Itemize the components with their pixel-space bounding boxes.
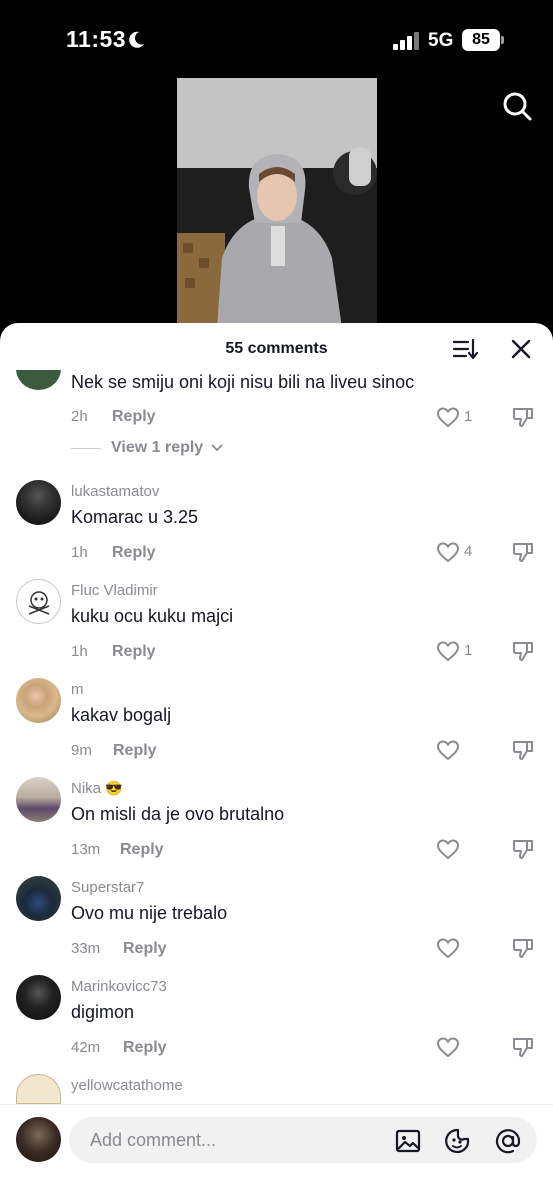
comment-text: On misli da je ovo brutalno [71,804,285,824]
view-replies-button[interactable]: View 1 reply [111,439,223,457]
comments-sheet: 55 comments [0,323,553,1200]
comment-time: 42m [71,1039,101,1056]
dislike-icon[interactable] [511,540,535,564]
like-count: 1 [464,642,473,659]
heart-icon[interactable] [436,406,460,428]
avatar[interactable] [16,777,61,822]
username[interactable]: m [71,681,84,698]
reply-button[interactable]: Reply [113,742,157,760]
dislike-icon[interactable] [511,936,535,960]
my-avatar[interactable] [16,1117,61,1162]
comment-text: Nek se smiju oni koji nisu bili na liveu… [71,372,415,392]
username[interactable]: lukastamatov [71,483,159,500]
comment-text: Komarac u 3.25 [71,507,199,527]
reply-button[interactable]: Reply [123,1039,167,1057]
dislike-icon[interactable] [511,738,535,762]
reply-button[interactable]: Reply [112,544,156,562]
reply-button[interactable]: Reply [120,841,164,859]
comment-text: kakav bogalj [71,705,172,725]
comment-time: 9m [71,742,92,759]
sort-icon[interactable] [452,337,478,361]
heart-icon[interactable] [436,1036,460,1058]
comments-header: 55 comments [0,323,553,373]
comment-text: Ovo mu nije trebalo [71,903,228,923]
emoji-sunglasses: 😎 [105,780,123,796]
comment-composer: Add comment... [0,1104,553,1200]
username[interactable]: Fluc Vladimir [71,582,158,599]
view-replies-line [71,448,101,449]
battery-icon: 85 [462,29,500,51]
moon-icon [129,31,144,48]
close-icon[interactable] [510,338,532,360]
comment-text: kuku ocu kuku majci [71,606,234,626]
username[interactable]: Marinkovicc73 [71,978,167,995]
avatar[interactable] [16,579,61,624]
username-text: Nika [71,780,102,797]
heart-icon[interactable] [436,640,460,662]
video-frame [177,78,377,328]
dislike-icon[interactable] [511,639,535,663]
comment-text: digimon [71,1002,135,1022]
avatar-image [28,591,50,615]
avatar[interactable] [16,876,61,921]
username[interactable]: yellowcatathome [71,1077,183,1094]
image-icon[interactable] [394,1127,422,1155]
avatar[interactable] [16,678,61,723]
heart-icon[interactable] [436,541,460,563]
comment-input-placeholder: Add comment... [90,1130,217,1150]
avatar[interactable] [16,480,61,525]
like-count: 4 [464,543,473,560]
video-thumbnail[interactable] [177,78,377,328]
dislike-icon[interactable] [511,837,535,861]
comment-time: 33m [71,940,101,957]
battery-tip [501,36,504,44]
mention-icon[interactable] [494,1127,522,1155]
signal-icon [393,32,419,50]
avatar[interactable] [16,975,61,1020]
heart-icon[interactable] [436,739,460,761]
chevron-down-icon [211,444,223,452]
comment-time: 13m [71,841,101,858]
network-type: 5G [428,30,454,51]
username[interactable]: Nika 😎 [71,780,123,797]
dislike-icon[interactable] [511,405,535,429]
comment-time: 1h [71,544,88,561]
heart-icon[interactable] [436,838,460,860]
search-icon[interactable] [501,90,533,122]
comment-time: 1h [71,643,88,660]
dislike-icon[interactable] [511,1035,535,1059]
heart-icon[interactable] [436,937,460,959]
username[interactable]: Superstar7 [71,879,144,896]
reply-button[interactable]: Reply [112,408,156,426]
status-time: 11:53 [66,26,127,52]
reply-button[interactable]: Reply [112,643,156,661]
emoji-icon[interactable] [444,1127,472,1155]
comment-time: 2h [71,408,88,425]
like-count: 1 [464,408,473,425]
view-replies-label: View 1 reply [111,439,204,456]
status-bar: 11:53 5G 85 [0,0,553,80]
reply-button[interactable]: Reply [123,940,167,958]
